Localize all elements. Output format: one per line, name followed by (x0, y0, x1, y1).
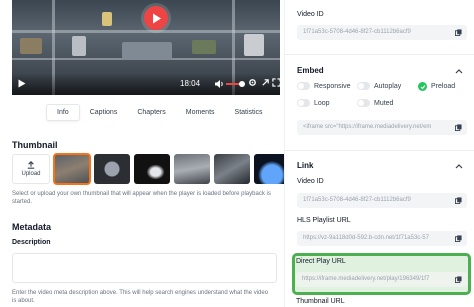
check-icon[interactable] (418, 82, 427, 91)
copy-icon[interactable] (455, 276, 462, 283)
hls-url-field[interactable]: https://vz-9a118d0d-592.b-cdn.net/1f71a5… (297, 231, 467, 246)
play-overlay-button[interactable] (144, 6, 168, 30)
description-help-text: Enter the video meta description above. … (12, 290, 269, 304)
direct-play-url-value: https://iframe.mediadelivery.net/play/19… (302, 276, 430, 282)
tab-captions[interactable]: Captions (80, 104, 128, 121)
gear-icon[interactable] (248, 78, 257, 87)
volume-icon[interactable] (214, 79, 224, 89)
link-video-id-label: Video ID (297, 178, 324, 185)
play-icon (153, 13, 161, 23)
chevron-up-icon[interactable] (455, 68, 463, 74)
hls-url-label: HLS Playlist URL (297, 217, 351, 224)
toggle-switch[interactable] (297, 82, 310, 90)
link-video-id-value: 1f71a53c-5708-4d46-8f27-cb1112b6acf9 (303, 197, 411, 203)
copy-icon[interactable] (455, 29, 462, 36)
fullscreen-icon[interactable] (272, 78, 280, 87)
video-player[interactable]: 18:04 (12, 0, 280, 95)
copy-icon[interactable] (455, 235, 462, 242)
video-id-label: Video ID (297, 11, 324, 18)
metadata-heading: Metadata (12, 222, 52, 232)
tab-chapters[interactable]: Chapters (127, 104, 175, 121)
toggle-label: Loop (314, 99, 330, 107)
toggle-switch[interactable] (297, 99, 310, 107)
thumbnail-option[interactable] (174, 154, 210, 184)
thumbnail-url-label: Thumbnail URL (296, 298, 345, 305)
tab-moments[interactable]: Moments (176, 104, 225, 121)
play-icon[interactable] (18, 79, 26, 88)
thumbnail-option[interactable] (94, 154, 130, 184)
section-divider (285, 54, 474, 55)
toggle-label: Autoplay (374, 82, 402, 90)
copy-icon[interactable] (455, 197, 462, 204)
description-label: Description (12, 239, 51, 246)
toggle-label: Preload (431, 83, 456, 90)
upload-label: Upload (21, 171, 41, 177)
playback-time: 18:04 (180, 79, 201, 88)
thumbnail-list: Upload (12, 153, 290, 185)
tab-statistics[interactable]: Statistics (225, 104, 273, 121)
toggle-loop[interactable]: Loop (297, 99, 330, 107)
toggle-autoplay[interactable]: Autoplay (357, 82, 401, 90)
toggle-switch[interactable] (357, 99, 370, 107)
direct-play-url-field[interactable]: https://iframe.mediadelivery.net/play/19… (296, 272, 467, 287)
embed-code-field[interactable]: <iframe src="https://iframe.mediadeliver… (297, 120, 467, 135)
link-video-id-field[interactable]: 1f71a53c-5708-4d46-8f27-cb1112b6acf9 (297, 193, 467, 208)
toggle-switch[interactable] (357, 82, 370, 90)
upload-icon (27, 161, 35, 169)
main-panel: 18:04 Info Captions Chapters Moments Sta… (0, 0, 290, 307)
volume-slider-handle[interactable] (239, 81, 245, 87)
toggle-label: Muted (374, 99, 394, 107)
toggle-preload[interactable]: Preload (418, 82, 455, 91)
embed-code-value: <iframe src="https://iframe.mediadeliver… (303, 124, 432, 130)
thumbnail-help-text: Select or upload your own thumbnail that… (12, 191, 271, 205)
tab-info[interactable]: Info (46, 104, 80, 121)
video-tabs: Info Captions Chapters Moments Statistic… (46, 104, 273, 121)
thumbnail-option[interactable] (214, 154, 250, 184)
picture-in-picture-icon[interactable] (261, 78, 270, 87)
toggle-muted[interactable]: Muted (357, 99, 393, 107)
section-divider (285, 150, 474, 151)
player-controls: 18:04 (12, 73, 280, 95)
direct-play-url-label: Direct Play URL (296, 258, 346, 265)
hls-url-value: https://vz-9a118d0d-592.b-cdn.net/1f71a5… (303, 235, 429, 241)
toggle-label: Responsive (314, 82, 351, 90)
video-id-value: 1f71a53c-5708-4d46-8f27-cb1112b6acf9 (303, 29, 411, 35)
embed-heading: Embed (297, 66, 324, 75)
video-id-field[interactable]: 1f71a53c-5708-4d46-8f27-cb1112b6acf9 (297, 25, 467, 40)
chevron-up-icon[interactable] (455, 163, 463, 169)
thumbnail-heading: Thumbnail (12, 140, 58, 150)
link-heading: Link (297, 161, 314, 170)
description-input[interactable] (12, 253, 277, 283)
thumbnail-option[interactable] (53, 153, 91, 185)
thumbnail-option[interactable] (134, 154, 170, 184)
copy-icon[interactable] (455, 124, 462, 131)
toggle-responsive[interactable]: Responsive (297, 82, 351, 90)
upload-thumbnail-button[interactable]: Upload (12, 154, 50, 184)
